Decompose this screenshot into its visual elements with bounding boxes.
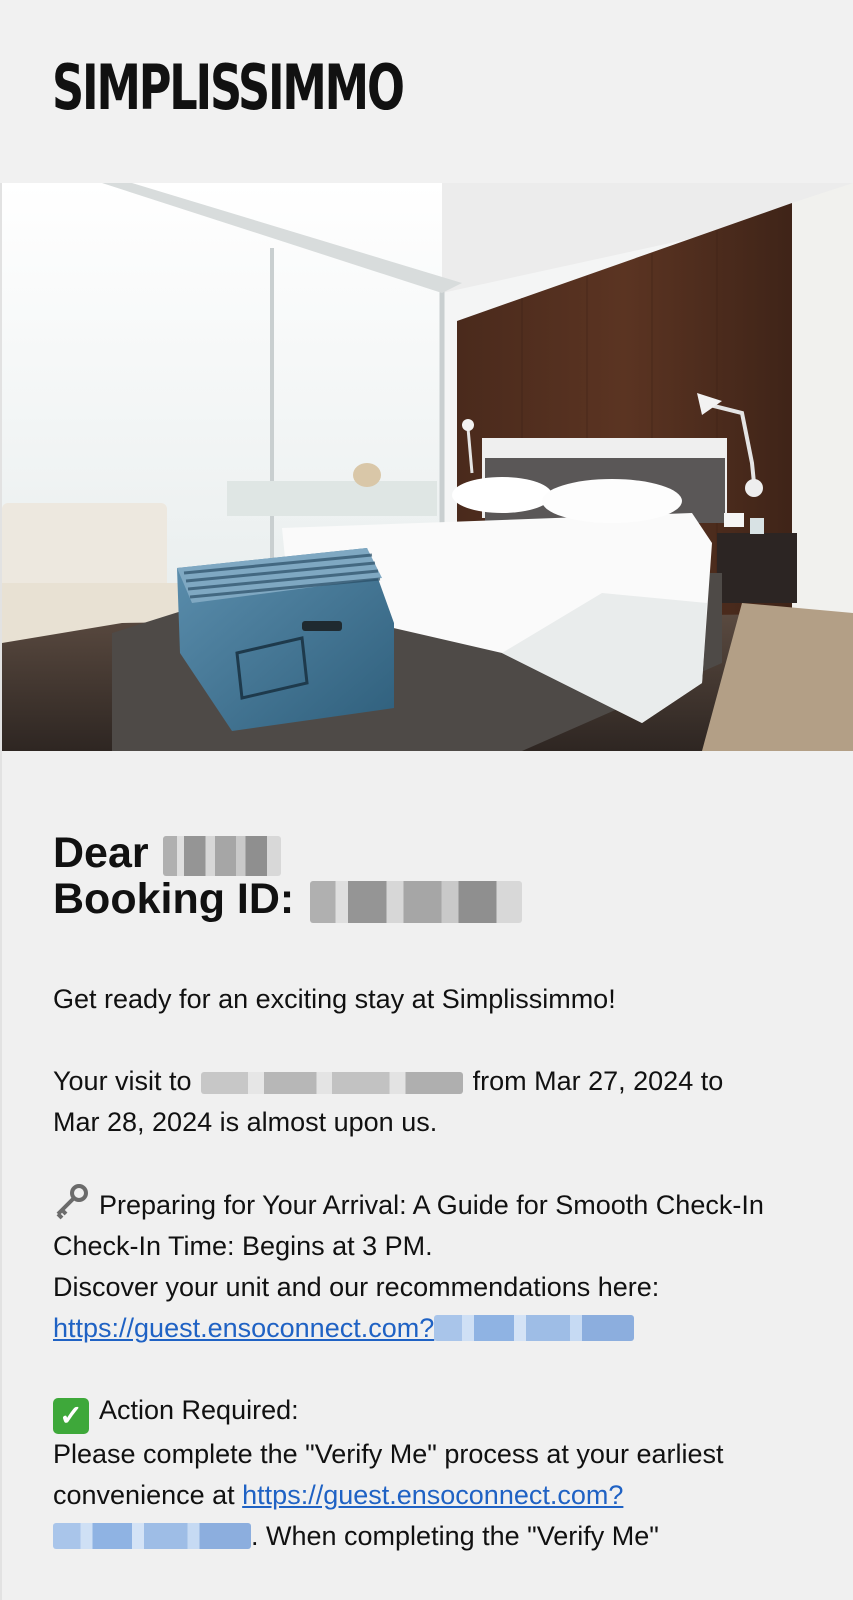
checkin-time: Check-In Time: Begins at 3 PM. (53, 1230, 433, 1261)
hero-image (2, 183, 853, 751)
visit-second-line: Mar 28, 2024 is almost upon us. (53, 1106, 438, 1137)
guest-portal-link[interactable]: https://guest.ensoconnect.com? (53, 1313, 635, 1343)
visit-dates: from Mar 27, 2024 to (472, 1065, 724, 1096)
property-name-redacted (201, 1071, 464, 1094)
greeting-line: Dear (53, 830, 813, 876)
arrival-section: Preparing for Your Arrival: A Guide for … (53, 1183, 813, 1349)
email-header: SIMPLISSIMMO (0, 0, 853, 183)
key-icon (53, 1183, 89, 1220)
brand-logo: SIMPLISSIMMO (52, 51, 405, 124)
visit-prefix: Your visit to (53, 1065, 192, 1096)
verify-line-2: convenience at (53, 1479, 235, 1510)
booking-id-label: Booking ID: (53, 875, 295, 923)
intro-text: Get ready for an exciting stay at Simpli… (53, 983, 616, 1014)
hotel-bedroom-photo (2, 183, 853, 751)
verify-line-1: Please complete the "Verify Me" process … (53, 1438, 724, 1469)
discover-text: Discover your unit and our recommendatio… (53, 1271, 660, 1302)
guest-name-redacted (162, 835, 281, 876)
email-body: Dear Booking ID: Get ready for an exciti… (53, 830, 813, 1557)
visit-text: Your visit to from Mar 27, 2024 to Mar 2… (53, 1061, 813, 1143)
dear-label: Dear (53, 829, 149, 877)
verify-line-3: . When completing the "Verify Me" (251, 1520, 659, 1551)
arrival-heading: Preparing for Your Arrival: A Guide for … (99, 1189, 764, 1220)
action-heading: Action Required: (99, 1394, 299, 1425)
booking-id-line: Booking ID: (53, 876, 813, 923)
booking-id-redacted (310, 880, 523, 923)
link-token-redacted (434, 1314, 635, 1341)
check-mark-icon: ✓ (53, 1397, 89, 1434)
verify-token-redacted (53, 1522, 251, 1549)
action-section: ✓ Action Required: Please complete the "V… (53, 1390, 813, 1557)
